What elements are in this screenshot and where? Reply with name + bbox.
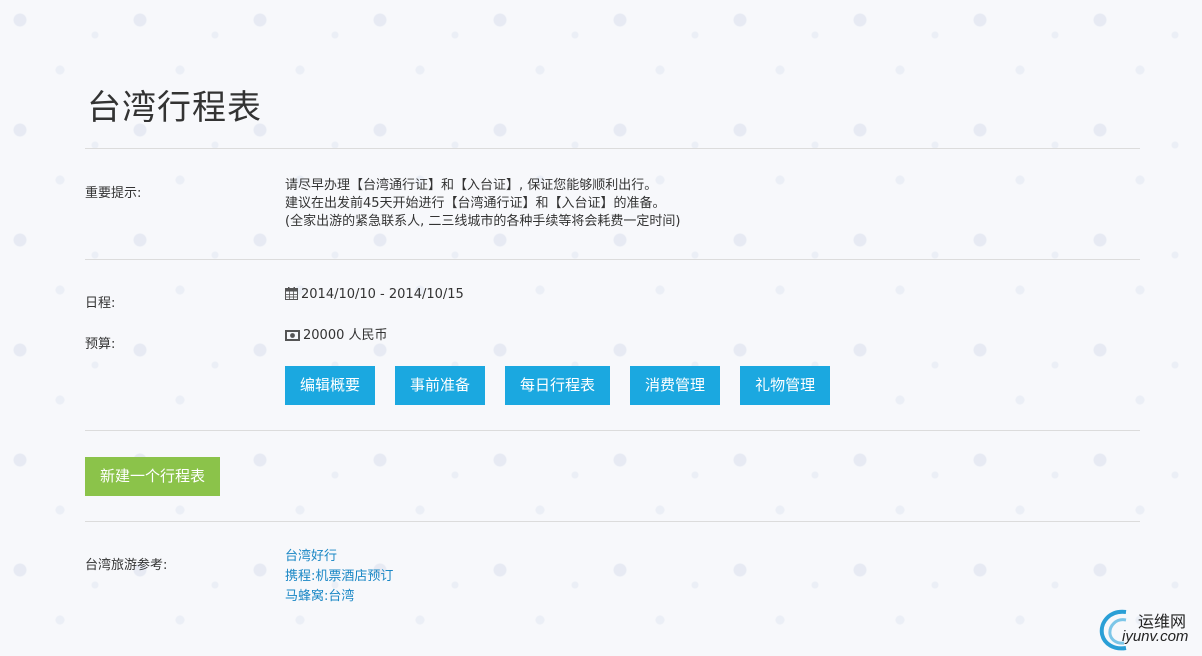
- schedule-value-row: 2014/10/10 - 2014/10/15: [285, 286, 464, 306]
- notice-line: 请尽早办理【台湾通行证】和【入台证】, 保证您能够顺利出行。: [285, 178, 658, 193]
- budget-label: 预算:: [85, 337, 116, 352]
- create-itinerary-button[interactable]: 新建一个行程表: [85, 457, 221, 496]
- notice-line: 建议在出发前45天开始进行【台湾通行证】和【入台证】的准备。: [285, 196, 666, 211]
- divider: [85, 430, 1140, 431]
- watermark-logo: 运维网 iyunv.com: [1096, 604, 1196, 652]
- budget-value: 20000 人民币: [303, 328, 388, 343]
- edit-summary-button[interactable]: 编辑概要: [285, 366, 376, 405]
- money-icon: [285, 329, 300, 347]
- divider: [85, 521, 1140, 522]
- reference-link-taiwan-tour-bus[interactable]: 台湾好行: [285, 547, 393, 567]
- notice-text: 请尽早办理【台湾通行证】和【入台证】, 保证您能够顺利出行。 建议在出发前45天…: [285, 177, 680, 231]
- preparation-button[interactable]: 事前准备: [395, 366, 486, 405]
- notice-line: (全家出游的紧急联系人, 二三线城市的各种手续等将会耗费一定时间): [285, 214, 681, 229]
- reference-link-ctrip[interactable]: 携程:机票酒店预订: [285, 567, 393, 587]
- budget-value-row: 20000 人民币: [285, 327, 388, 347]
- divider: [85, 259, 1140, 260]
- schedule-value: 2014/10/10 - 2014/10/15: [301, 287, 464, 302]
- schedule-label: 日程:: [85, 296, 116, 311]
- reference-links: 台湾好行 携程:机票酒店预订 马蜂窝:台湾: [285, 547, 393, 607]
- reference-link-mafengwo[interactable]: 马蜂窝:台湾: [285, 587, 393, 607]
- divider: [85, 148, 1140, 149]
- references-label: 台湾旅游参考:: [85, 558, 168, 573]
- notice-label: 重要提示:: [85, 186, 142, 201]
- watermark-en: iyunv.com: [1122, 628, 1189, 645]
- gift-management-button[interactable]: 礼物管理: [740, 366, 831, 405]
- calendar-icon: [285, 287, 298, 306]
- page-title: 台湾行程表: [87, 88, 262, 128]
- daily-itinerary-button[interactable]: 每日行程表: [505, 366, 611, 405]
- action-button-group: 编辑概要 事前准备 每日行程表 消费管理 礼物管理: [285, 366, 850, 405]
- expense-management-button[interactable]: 消费管理: [630, 366, 721, 405]
